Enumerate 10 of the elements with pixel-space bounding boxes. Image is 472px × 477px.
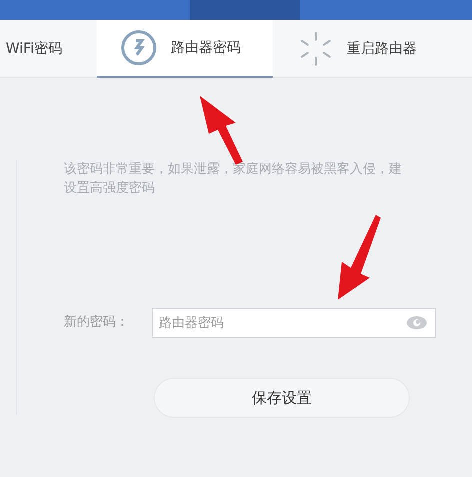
tab[interactable]: 路由器密码 <box>97 20 273 78</box>
password-field[interactable]: 路由器密码 <box>152 308 436 338</box>
field-label: 新的密码： <box>64 314 130 332</box>
description-text: 设置高强度密码 <box>64 180 156 198</box>
eye-icon[interactable] <box>406 316 428 330</box>
key-icon <box>121 30 157 66</box>
save-button[interactable]: 保存设置 <box>154 378 410 418</box>
tab[interactable]: 重启路由器 <box>273 20 453 78</box>
spinner-icon <box>299 31 333 67</box>
tab[interactable]: WiFi密码 <box>0 20 97 78</box>
